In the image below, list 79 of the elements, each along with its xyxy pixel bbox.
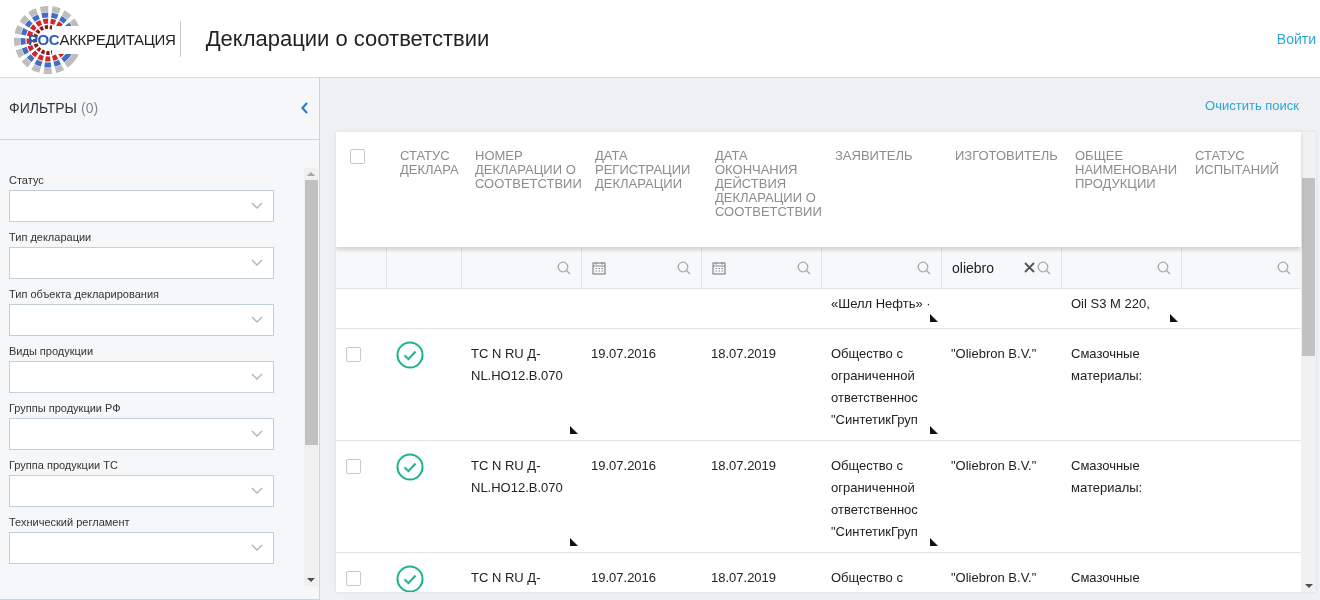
column-header[interactable]: ОБЩЕЕ НАИМЕНОВАНИ ПРОДУКЦИИ	[1075, 149, 1177, 191]
chevron-down-icon	[251, 316, 263, 324]
corner-triangle-icon[interactable]	[930, 314, 938, 322]
chevron-down-icon	[251, 544, 263, 552]
search-icon[interactable]	[917, 260, 931, 275]
chevron-down-icon	[251, 202, 263, 210]
scroll-down-icon[interactable]	[1304, 584, 1313, 588]
table-cell: TC N RU Д-NL.HO12.B.070	[471, 458, 563, 495]
table-cell: 18.07.2019	[711, 570, 777, 585]
corner-triangle-icon[interactable]	[570, 426, 578, 434]
row-checkbox[interactable]	[346, 459, 361, 474]
table-cell: "Oliebron B.V."	[951, 570, 1037, 585]
table-cell: 19.07.2016	[591, 458, 657, 473]
search-icon[interactable]	[1277, 260, 1291, 275]
table-cell: Общество с ограниченной ответственнос "СинтетикГруп	[831, 346, 918, 427]
corner-triangle-icon[interactable]	[930, 426, 938, 434]
filter-dropdown[interactable]	[9, 189, 274, 222]
scroll-down-icon[interactable]	[307, 577, 315, 582]
table-cell: Oil S3 M 220,	[1071, 296, 1150, 311]
chevron-down-icon	[251, 373, 263, 381]
column-header[interactable]: ИЗГОТОВИТЕЛЬ	[955, 149, 1057, 163]
table-cell: Общество с	[831, 570, 903, 585]
table-cell: TC N RU Д-NL.HO12.B.070	[471, 346, 563, 383]
corner-triangle-icon[interactable]	[1170, 314, 1178, 322]
row-checkbox[interactable]	[346, 571, 361, 586]
table-cell: 19.07.2016	[591, 346, 657, 361]
login-link[interactable]: Войти	[1276, 30, 1316, 47]
column-header[interactable]: СТАТУС ИСПЫТАНИЙ	[1195, 149, 1297, 177]
filter-label: Виды продукции	[9, 344, 95, 357]
table-cell: 19.07.2016	[591, 570, 657, 585]
collapse-chevron-icon[interactable]	[301, 102, 309, 115]
filter-label: Технический регламент	[9, 515, 131, 528]
table-scrollbar[interactable]	[1301, 132, 1316, 592]
filter-dropdown[interactable]	[9, 303, 274, 336]
select-all-checkbox[interactable]	[350, 149, 365, 164]
chevron-down-icon	[251, 259, 263, 267]
table-cell: «Шелл Нефть» ·	[831, 296, 931, 311]
chevron-down-icon	[251, 430, 263, 438]
filter-label: Группы продукции РФ	[9, 401, 122, 414]
table-cell: Смазочные	[1071, 570, 1140, 585]
table-cell: TC N RU Д-	[471, 570, 541, 585]
calendar-icon	[712, 260, 726, 275]
filter-label: Тип объекта декларирования	[9, 287, 160, 300]
filters-title: ФИЛЬТРЫ	[9, 100, 77, 117]
filters-count: (0)	[80, 100, 100, 117]
scroll-up-icon[interactable]	[307, 171, 315, 176]
table-cell: "Oliebron B.V."	[951, 346, 1037, 361]
calendar-icon	[592, 260, 606, 275]
table-cell: Смазочные материалы:	[1071, 458, 1143, 495]
column-filter-input[interactable]: oliebro	[952, 259, 1024, 276]
filter-label: Статус	[9, 173, 45, 186]
search-icon[interactable]	[1157, 260, 1171, 275]
search-icon[interactable]	[557, 260, 571, 275]
corner-triangle-icon[interactable]	[930, 538, 938, 546]
clear-icon[interactable]	[1024, 262, 1035, 273]
table-cell: "Oliebron B.V."	[951, 458, 1037, 473]
column-header[interactable]: ЗАЯВИТЕЛЬ	[835, 149, 937, 163]
table-cell: 18.07.2019	[711, 458, 777, 473]
table-cell: Смазочные материалы:	[1071, 346, 1143, 383]
table-cell: Общество с ограниченной ответственнос "СинтетикГруп	[831, 458, 918, 539]
filter-label: Группа продукции ТС	[9, 458, 119, 471]
page-title: Декларации о соответствии	[205, 25, 491, 52]
filter-dropdown[interactable]	[9, 474, 274, 507]
filter-dropdown[interactable]	[9, 360, 274, 393]
column-header[interactable]: ДАТА РЕГИСТРАЦИИ ДЕКЛАРАЦИИ	[595, 149, 697, 191]
filter-label: Тип декларации	[9, 230, 93, 243]
filter-dropdown[interactable]	[9, 531, 274, 564]
search-icon[interactable]	[677, 260, 691, 275]
sidebar-scrollbar[interactable]	[304, 167, 318, 586]
table-cell: 18.07.2019	[711, 346, 777, 361]
filter-dropdown[interactable]	[9, 417, 274, 450]
search-icon[interactable]	[797, 260, 811, 275]
filter-dropdown[interactable]	[9, 246, 274, 279]
corner-triangle-icon[interactable]	[570, 538, 578, 546]
column-header[interactable]: СТАТУС ДЕКЛАРА	[400, 149, 457, 177]
chevron-down-icon	[251, 487, 263, 495]
row-checkbox[interactable]	[346, 347, 361, 362]
clear-search-link[interactable]: Очистить поиск	[1205, 97, 1299, 113]
logo-text: РОСАККРЕДИТАЦИЯ	[28, 31, 176, 48]
